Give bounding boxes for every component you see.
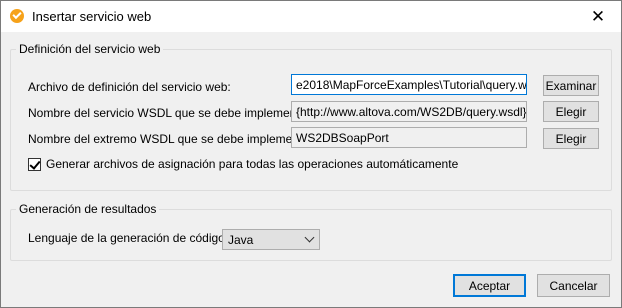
insert-web-service-dialog: Insertar servicio web ✕ Definición del s… [0, 0, 622, 308]
code-language-label: Lenguaje de la generación de código [28, 231, 225, 245]
browse-button[interactable]: Examinar [543, 75, 599, 96]
title-bar: Insertar servicio web ✕ [1, 1, 621, 32]
service-name-field[interactable]: {http://www.altova.com/WS2DB/query.wsdl}… [291, 101, 527, 122]
endpoint-name-field[interactable]: WS2DBSoapPort [291, 127, 527, 148]
group-title-output: Generación de resultados [16, 202, 160, 216]
definition-file-input[interactable]: e2018\MapForceExamples\Tutorial\query.ws… [291, 74, 527, 95]
close-icon[interactable]: ✕ [575, 1, 621, 32]
group-title-definition: Definición del servicio web [16, 42, 164, 56]
dialog-title: Insertar servicio web [32, 9, 152, 24]
choose-service-button[interactable]: Elegir [543, 101, 599, 122]
ok-button[interactable]: Aceptar [453, 274, 526, 297]
service-name-label: Nombre del servicio WSDL que se debe imp… [28, 106, 314, 120]
generate-mappings-checkbox[interactable] [28, 158, 41, 171]
generate-mappings-label: Generar archivos de asignación para toda… [46, 157, 459, 171]
definition-file-label: Archivo de definición del servicio web: [28, 80, 231, 94]
choose-endpoint-button[interactable]: Elegir [543, 128, 599, 149]
cancel-button[interactable]: Cancelar [537, 274, 610, 297]
chevron-down-icon [304, 232, 315, 243]
endpoint-name-label: Nombre del extremo WSDL que se debe impl… [28, 132, 317, 146]
code-language-select[interactable]: Java [222, 229, 320, 250]
app-icon [10, 9, 24, 23]
